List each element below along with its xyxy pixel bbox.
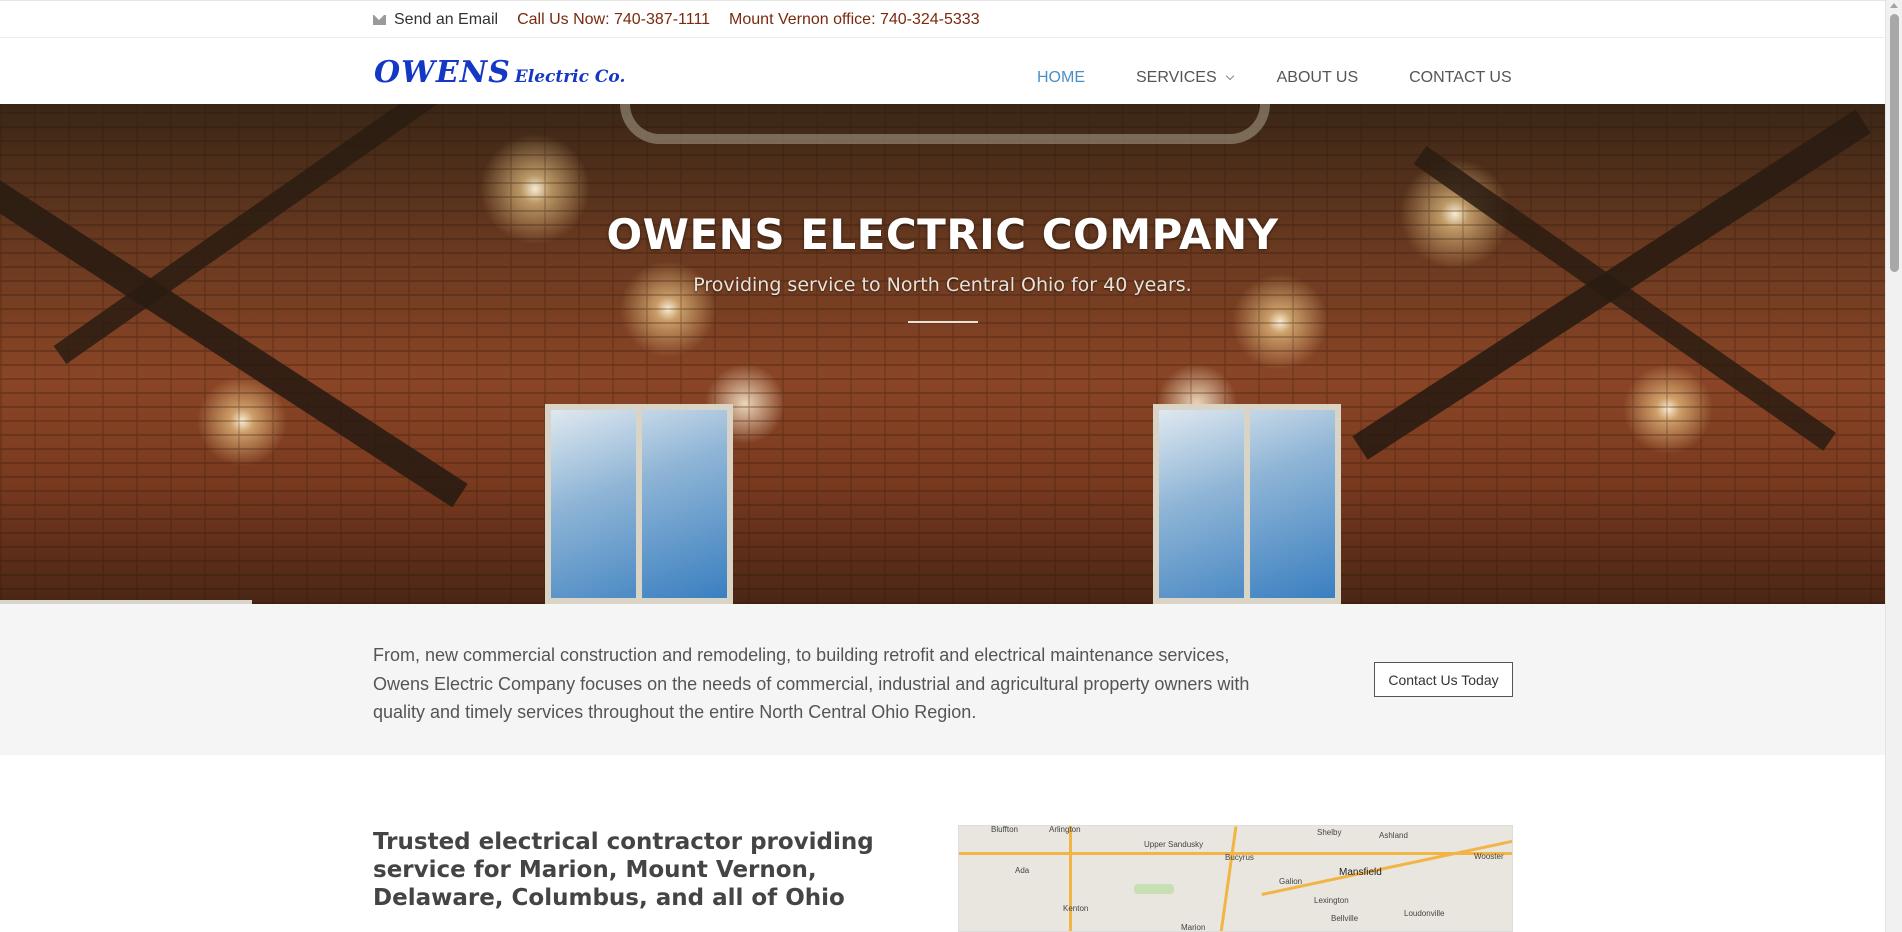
scrollbar-thumb[interactable]	[1890, 14, 1899, 272]
map-label: Arlington	[1049, 825, 1081, 834]
map-label: Kenton	[1063, 904, 1089, 913]
map-label: Lexington	[1314, 896, 1349, 905]
top-bar: Send an Email Call Us Now: 740-387-1111 …	[0, 0, 1885, 38]
logo-sub-text: Electric Co.	[514, 67, 626, 87]
nav-services-label: SERVICES	[1136, 69, 1217, 86]
map-label: Bellville	[1331, 914, 1359, 923]
nav-about-us[interactable]: ABOUT US	[1277, 69, 1359, 87]
site-logo[interactable]: OWENS Electric Co.	[374, 55, 625, 90]
nav-home[interactable]: HOME	[1037, 69, 1085, 87]
hero-subtitle: Providing service to North Central Ohio …	[693, 274, 1192, 296]
map-label: Ada	[1015, 866, 1030, 875]
map-label: Bucyrus	[1225, 853, 1254, 862]
service-area-heading: Trusted electrical contractor providing …	[373, 829, 874, 911]
hero-window-left	[545, 404, 733, 604]
map-label: Marion	[1181, 923, 1206, 932]
contact-us-today-button[interactable]: Contact Us Today	[1374, 662, 1513, 697]
hero-title: OWENS ELECTRIC COMPANY	[606, 210, 1279, 259]
hero-divider	[908, 321, 978, 323]
map-label: Bluffton	[991, 825, 1018, 834]
main-nav: HOME SERVICES ABOUT US CONTACT US	[1037, 69, 1563, 87]
map-label: Wooster	[1474, 852, 1504, 861]
chevron-down-icon	[1225, 71, 1234, 81]
page: Send an Email Call Us Now: 740-387-1111 …	[0, 0, 1885, 932]
office-phone-number: Mount Vernon office: 740-324-5333	[729, 11, 980, 28]
hero-banner: OWENS ELECTRIC COMPANY Providing service…	[0, 104, 1885, 604]
intro-text: From, new commercial construction and re…	[373, 645, 1250, 722]
envelope-icon	[373, 15, 386, 25]
map-label: Galion	[1279, 877, 1303, 886]
map-label: Loudonville	[1404, 909, 1445, 918]
nav-services[interactable]: SERVICES	[1136, 69, 1234, 87]
hero-window-right	[1153, 404, 1341, 604]
site-header: OWENS Electric Co. HOME SERVICES ABOUT US…	[0, 38, 1885, 104]
phone-number: Call Us Now: 740-387-1111	[517, 11, 711, 28]
map-label: Upper Sandusky	[1144, 840, 1204, 849]
map-label: Mansfield	[1339, 867, 1382, 878]
send-email-link[interactable]: Send an Email	[394, 11, 498, 29]
logo-main-text: OWENS	[374, 55, 511, 90]
nav-contact-us[interactable]: CONTACT US	[1409, 69, 1512, 87]
map-label: Shelby	[1317, 828, 1342, 837]
service-area-map[interactable]: Bluffton Arlington Upper Sandusky Shelby…	[958, 825, 1513, 932]
hero-background-image	[0, 104, 1885, 604]
page-scrollbar[interactable]	[1885, 0, 1902, 932]
map-label: Ashland	[1379, 831, 1408, 840]
scroll-up-icon[interactable]	[1890, 3, 1898, 8]
intro-band: From, new commercial construction and re…	[0, 604, 1885, 755]
